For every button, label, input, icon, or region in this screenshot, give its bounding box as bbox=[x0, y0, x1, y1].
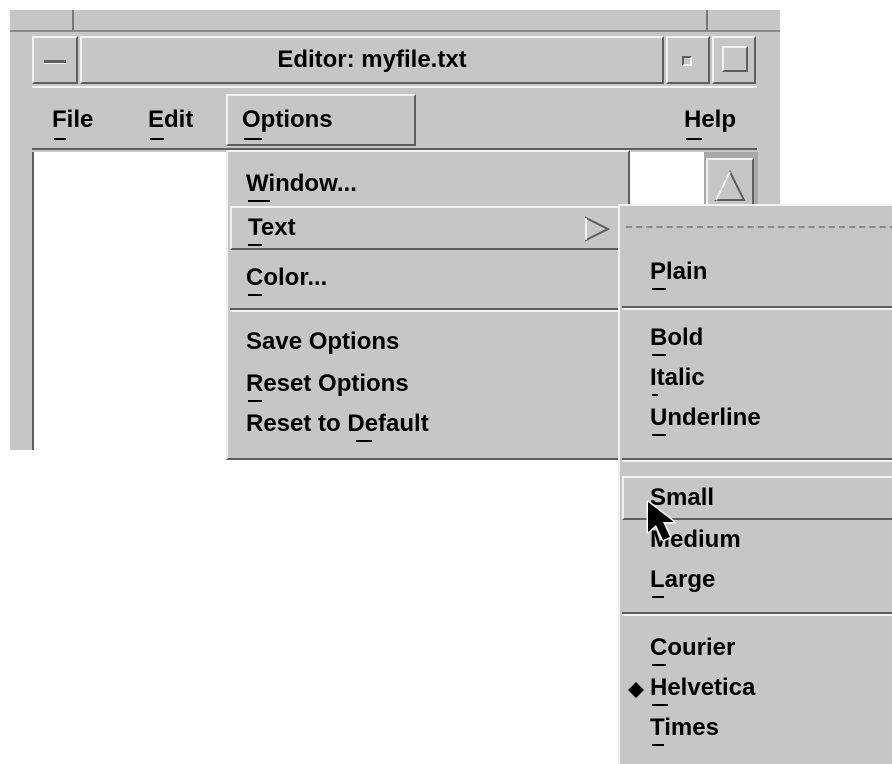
menu-item-reset-options[interactable]: Reset Options bbox=[230, 366, 626, 406]
menu-help-label: Help bbox=[684, 106, 737, 133]
arrow-up-icon bbox=[714, 169, 746, 201]
arrow-cursor-icon bbox=[646, 500, 676, 542]
menu-separator bbox=[622, 458, 892, 462]
mnemonic-underline bbox=[652, 394, 658, 396]
submenu-item-large-label: Large bbox=[650, 566, 716, 593]
mnemonic-underline bbox=[244, 138, 262, 140]
mnemonic-underline bbox=[54, 138, 66, 140]
submenu-item-bold[interactable]: Bold bbox=[620, 320, 892, 360]
mnemonic-underline bbox=[356, 440, 372, 442]
window-title: Editor: myfile.txt bbox=[277, 46, 467, 73]
mnemonic-underline bbox=[248, 200, 270, 202]
mnemonic-underline bbox=[652, 596, 664, 598]
menu-item-window[interactable]: Window... bbox=[230, 158, 626, 206]
mnemonic-underline bbox=[652, 434, 666, 436]
submenu-item-underline-label: Underline bbox=[650, 404, 761, 431]
minimize-button[interactable] bbox=[666, 36, 710, 84]
submenu-item-times-label: Times bbox=[650, 714, 719, 741]
menu-item-window-label: Window... bbox=[246, 170, 357, 197]
menu-separator bbox=[622, 612, 892, 616]
menu-item-color[interactable]: Color... bbox=[230, 252, 626, 300]
mnemonic-underline bbox=[248, 244, 262, 246]
mnemonic-underline bbox=[150, 138, 164, 140]
menu-file-label: File bbox=[52, 106, 94, 133]
maximize-button[interactable] bbox=[712, 36, 756, 84]
minimize-icon bbox=[682, 56, 692, 66]
submenu-item-times[interactable]: Times bbox=[620, 710, 892, 750]
window-menu-icon bbox=[44, 60, 66, 64]
mnemonic-underline bbox=[652, 288, 666, 290]
submenu-item-courier-label: Courier bbox=[650, 634, 736, 661]
frame-resize-corner[interactable] bbox=[72, 10, 74, 32]
menu-bar: File Edit Options Help bbox=[32, 86, 757, 150]
submenu-item-large[interactable]: Large bbox=[620, 562, 892, 602]
submenu-item-bold-label: Bold bbox=[650, 324, 704, 351]
cascade-arrow-icon bbox=[585, 216, 611, 242]
frame-resize-corner[interactable] bbox=[706, 10, 708, 32]
mnemonic-underline bbox=[248, 400, 262, 402]
menu-item-save-options-label: Save Options bbox=[246, 328, 400, 355]
menu-separator bbox=[622, 306, 892, 310]
submenu-item-plain[interactable]: Plain bbox=[620, 250, 892, 296]
menu-item-color-label: Color... bbox=[246, 264, 328, 291]
submenu-item-helvetica-label: Helvetica bbox=[650, 674, 756, 701]
maximize-icon bbox=[722, 46, 748, 72]
title-bar[interactable]: Editor: myfile.txt bbox=[80, 36, 664, 84]
submenu-item-underline[interactable]: Underline bbox=[620, 400, 892, 440]
menu-item-reset-options-label: Reset Options bbox=[246, 370, 409, 397]
menu-separator bbox=[230, 308, 626, 312]
menu-edit-label: Edit bbox=[148, 106, 194, 133]
tear-off-line[interactable] bbox=[626, 226, 892, 228]
menu-file[interactable]: File bbox=[32, 88, 142, 148]
text-submenu: Plain Bold Italic Underline Small Medium… bbox=[618, 204, 892, 764]
menu-help[interactable]: Help bbox=[672, 88, 752, 148]
menu-item-reset-to-default-label: Reset to Default bbox=[246, 410, 429, 437]
submenu-item-helvetica[interactable]: Helvetica bbox=[620, 670, 892, 710]
menu-item-text[interactable]: Text bbox=[230, 206, 626, 250]
mnemonic-underline bbox=[652, 704, 668, 706]
mnemonic-underline bbox=[248, 294, 262, 296]
menu-options-label: Options bbox=[242, 106, 333, 133]
menu-item-reset-to-default[interactable]: Reset to Default bbox=[230, 406, 626, 446]
diamond-icon bbox=[628, 682, 644, 698]
menu-item-text-label: Text bbox=[248, 214, 296, 241]
mnemonic-underline bbox=[652, 744, 664, 746]
menu-edit[interactable]: Edit bbox=[142, 88, 222, 148]
submenu-item-italic-label: Italic bbox=[650, 364, 705, 391]
options-menu: Window... Text Color... Save Options Res… bbox=[226, 150, 630, 460]
mnemonic-underline bbox=[652, 354, 666, 356]
menu-item-save-options[interactable]: Save Options bbox=[230, 324, 626, 364]
mnemonic-underline bbox=[652, 664, 666, 666]
submenu-item-courier[interactable]: Courier bbox=[620, 630, 892, 670]
frame-inner-edge bbox=[10, 30, 780, 32]
submenu-item-italic[interactable]: Italic bbox=[620, 360, 892, 400]
window-menu-button[interactable] bbox=[32, 36, 78, 84]
menu-options[interactable]: Options bbox=[226, 94, 416, 146]
mnemonic-underline bbox=[686, 138, 702, 140]
submenu-item-plain-label: Plain bbox=[650, 258, 708, 285]
